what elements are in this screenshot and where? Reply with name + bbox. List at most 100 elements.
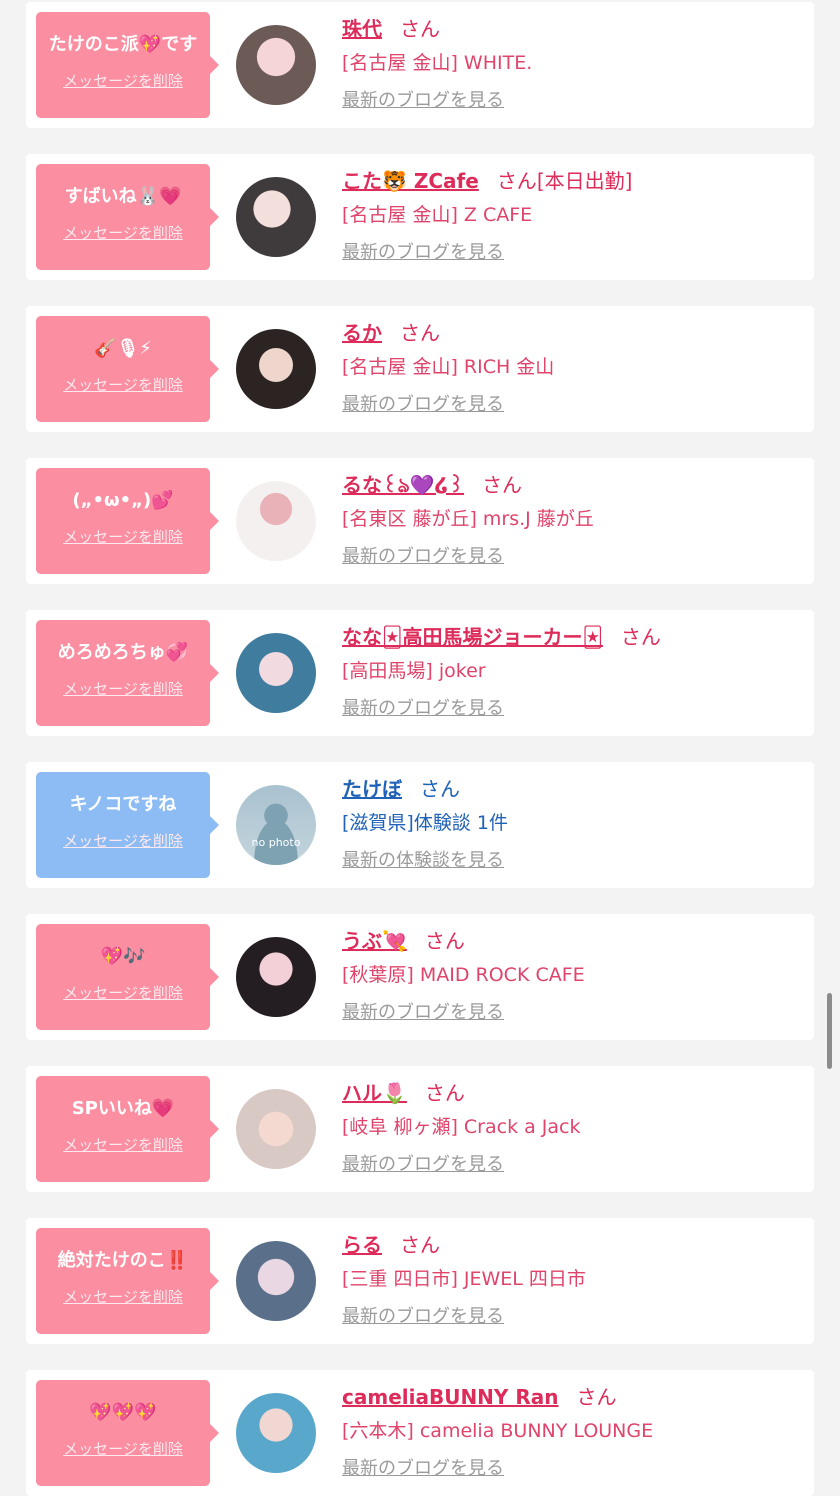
user-info: たけぼ さん [滋賀県]体験談 1件最新の体験談を見る [342, 772, 802, 874]
message-text: すばいね🐰💗 [64, 186, 182, 207]
shop-label: [岐阜 柳ヶ瀬] Crack a Jack [342, 1116, 581, 1138]
latest-post-link[interactable]: 最新のブログを見る [342, 696, 504, 722]
list-item: („•ω•„)💕 メッセージを削除 るな꒰ঌ💜໒꒱ さん [名東区 藤が丘] mrs.J… [26, 458, 814, 584]
user-info: うぶ💘 さん [秋葉原] MAID ROCK CAFE 最新のブログを見る [342, 924, 802, 1026]
honorific: さん [420, 777, 460, 801]
message-text: 絶対たけのこ‼️ [57, 1250, 189, 1271]
user-name-link[interactable]: cameliaBUNNY Ran [342, 1385, 559, 1409]
list-item: 🎸🎙⚡ メッセージを削除 るか さん [名古屋 金山] RICH 金山最新のブログを見る [26, 306, 814, 432]
honorific: さん [400, 321, 440, 345]
honorific: さん [400, 17, 440, 41]
message-bubble: („•ω•„)💕 メッセージを削除 [36, 468, 219, 574]
shop-label: [秋葉原] MAID ROCK CAFE [342, 964, 585, 986]
user-name-link[interactable]: らる [342, 1233, 382, 1257]
message-text: („•ω•„)💕 [72, 490, 174, 511]
shop-label: [名古屋 金山] RICH 金山 [342, 356, 555, 378]
name-row: たけぼ さん [342, 772, 802, 806]
avatar-photo-icon[interactable] [236, 25, 316, 105]
message-bubble: SPいいね💗 メッセージを削除 [36, 1076, 219, 1182]
delete-message-link[interactable]: メッセージを削除 [36, 374, 210, 396]
delete-message-link[interactable]: メッセージを削除 [36, 830, 210, 852]
message-bubble: 💖💖💖 メッセージを削除 [36, 1380, 219, 1486]
latest-post-link[interactable]: 最新のブログを見る [342, 1456, 504, 1482]
shop-label: [名古屋 金山] WHITE. [342, 52, 533, 74]
delete-message-link[interactable]: メッセージを削除 [36, 1438, 210, 1460]
name-row: 珠代 さん [342, 12, 802, 46]
message-bubble: 🎸🎙⚡ メッセージを削除 [36, 316, 219, 422]
user-name-link[interactable]: るか [342, 321, 382, 345]
list-item: 💖🎶 メッセージを削除 うぶ💘 さん [秋葉原] MAID ROCK CAFE 最新のブロ… [26, 914, 814, 1040]
user-name-link[interactable]: るな꒰ঌ💜໒꒱ [342, 473, 464, 497]
latest-post-link[interactable]: 最新のブログを見る [342, 240, 504, 266]
latest-post-link[interactable]: 最新のブログを見る [342, 88, 504, 114]
avatar-photo-icon[interactable] [236, 937, 316, 1017]
message-text: SPいいね💗 [71, 1098, 175, 1119]
name-row: ハル🌷 さん [342, 1076, 802, 1110]
message-bubble: 絶対たけのこ‼️ メッセージを削除 [36, 1228, 219, 1334]
name-row: cameliaBUNNY Ran さん [342, 1380, 802, 1414]
latest-post-link[interactable]: 最新の体験談を見る [342, 848, 504, 874]
message-list: たけのこ派💖です メッセージを削除 珠代 さん [名古屋 金山] WHITE. 最新のブロ… [0, 0, 840, 1496]
delete-message-link[interactable]: メッセージを削除 [36, 70, 210, 92]
no-photo-label: no photo [251, 836, 301, 849]
scrollbar[interactable] [827, 993, 832, 1069]
avatar-photo-icon[interactable] [236, 633, 316, 713]
latest-post-link[interactable]: 最新のブログを見る [342, 1000, 504, 1026]
avatar-photo-icon[interactable] [236, 481, 316, 561]
shop-label: [名東区 藤が丘] mrs.J 藤が丘 [342, 508, 594, 530]
user-name-link[interactable]: うぶ💘 [342, 929, 407, 953]
shop-label: [六本木] camelia BUNNY LOUNGE [342, 1420, 654, 1442]
list-item: すばいね🐰💗 メッセージを削除 こた🐯 ZCafe さん[本日出勤] [名古屋 金山] … [26, 154, 814, 280]
message-text: 💖💖💖 [89, 1402, 157, 1423]
user-name-link[interactable]: こた🐯 ZCafe [342, 169, 479, 193]
list-item: SPいいね💗 メッセージを削除 ハル🌷 さん [岐阜 柳ヶ瀬] Crack a Jack… [26, 1066, 814, 1192]
user-info: るな꒰ঌ💜໒꒱ さん [名東区 藤が丘] mrs.J 藤が丘最新のブログを見る [342, 468, 802, 570]
list-item: 絶対たけのこ‼️ メッセージを削除 らる さん [三重 四日市] JEWEL 四日市 最新… [26, 1218, 814, 1344]
message-bubble: めろめろちゅ💞 メッセージを削除 [36, 620, 219, 726]
no-photo-icon[interactable]: no photo [236, 785, 316, 865]
avatar-photo-icon[interactable] [236, 1241, 316, 1321]
user-info: るか さん [名古屋 金山] RICH 金山最新のブログを見る [342, 316, 802, 418]
delete-message-link[interactable]: メッセージを削除 [36, 678, 210, 700]
delete-message-link[interactable]: メッセージを削除 [36, 222, 210, 244]
shop-label: [滋賀県]体験談 1件 [342, 812, 508, 834]
honorific: さん [620, 625, 661, 649]
latest-post-link[interactable]: 最新のブログを見る [342, 1152, 504, 1178]
honorific: さん [482, 473, 523, 497]
message-bubble: キノコですね メッセージを削除 [36, 772, 219, 878]
message-text: めろめろちゅ💞 [57, 642, 189, 663]
avatar-photo-icon[interactable] [236, 177, 316, 257]
avatar-photo-icon[interactable] [236, 1089, 316, 1169]
name-row: こた🐯 ZCafe さん[本日出勤] [342, 164, 802, 198]
user-info: こた🐯 ZCafe さん[本日出勤] [名古屋 金山] Z CAFE 最新のブログを見… [342, 164, 802, 266]
list-item: たけのこ派💖です メッセージを削除 珠代 さん [名古屋 金山] WHITE. 最新のブロ… [26, 2, 814, 128]
name-row: うぶ💘 さん [342, 924, 802, 958]
list-item: キノコですね メッセージを削除 no photo たけぼ さん [滋賀県]体験談 1件最新… [26, 762, 814, 888]
latest-post-link[interactable]: 最新のブログを見る [342, 392, 504, 418]
attendance-status: [本日出勤] [536, 169, 633, 193]
name-row: るな꒰ঌ💜໒꒱ さん [342, 468, 802, 502]
delete-message-link[interactable]: メッセージを削除 [36, 1286, 210, 1308]
message-bubble: 💖🎶 メッセージを削除 [36, 924, 219, 1030]
avatar-photo-icon[interactable] [236, 329, 316, 409]
user-name-link[interactable]: なな🃏高田馬場ジョーカー🃏 [342, 625, 603, 649]
delete-message-link[interactable]: メッセージを削除 [36, 1134, 210, 1156]
user-name-link[interactable]: 珠代 [342, 17, 382, 41]
list-item: めろめろちゅ💞 メッセージを削除 なな🃏高田馬場ジョーカー🃏 さん [高田馬場] jok… [26, 610, 814, 736]
honorific: さん [424, 1081, 465, 1105]
shop-label: [高田馬場] joker [342, 660, 486, 682]
user-info: らる さん [三重 四日市] JEWEL 四日市 最新のブログを見る [342, 1228, 802, 1330]
name-row: なな🃏高田馬場ジョーカー🃏 さん [342, 620, 802, 654]
shop-label: [三重 四日市] JEWEL 四日市 [342, 1268, 586, 1290]
avatar-photo-icon[interactable] [236, 1393, 316, 1473]
latest-post-link[interactable]: 最新のブログを見る [342, 1304, 504, 1330]
delete-message-link[interactable]: メッセージを削除 [36, 982, 210, 1004]
honorific: さん [424, 929, 465, 953]
user-name-link[interactable]: ハル🌷 [342, 1081, 407, 1105]
message-text: 🎸🎙⚡ [94, 338, 152, 359]
delete-message-link[interactable]: メッセージを削除 [36, 526, 210, 548]
user-info: 珠代 さん [名古屋 金山] WHITE. 最新のブログを見る [342, 12, 802, 114]
latest-post-link[interactable]: 最新のブログを見る [342, 544, 504, 570]
user-name-link[interactable]: たけぼ [342, 777, 402, 801]
name-row: るか さん [342, 316, 802, 350]
